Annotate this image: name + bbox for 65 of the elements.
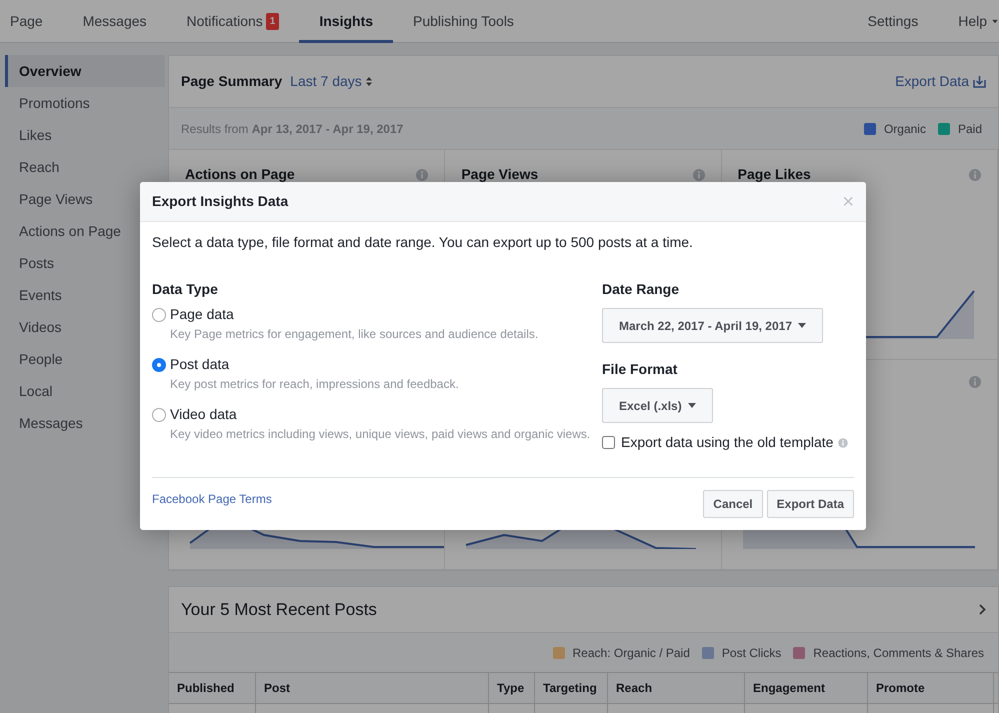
dialog-button[interactable]: Export Data bbox=[766, 490, 854, 518]
field-label: Data Type bbox=[152, 280, 219, 299]
column-header: Targeting bbox=[535, 673, 608, 703]
legend-label: Reactions, Comments & Shares bbox=[813, 644, 984, 662]
info-icon bbox=[968, 376, 981, 388]
column-header: Reach bbox=[608, 673, 745, 703]
radio-button[interactable] bbox=[152, 358, 166, 372]
info-icon bbox=[968, 168, 981, 180]
notification-badge: 1 bbox=[266, 13, 280, 30]
option-description: Key video metrics including views, unique views, paid views and organic views. bbox=[170, 426, 590, 443]
nav-tab[interactable]: Page bbox=[0, 0, 63, 43]
legend-label: Reach: Organic / Paid bbox=[572, 644, 690, 662]
period-dropdown[interactable]: Last 7 days bbox=[290, 71, 372, 92]
checkbox[interactable] bbox=[602, 436, 615, 449]
legend-label: Organic bbox=[884, 120, 926, 138]
legend-label: Post Clicks bbox=[722, 644, 782, 662]
card-title: Page Views bbox=[461, 165, 538, 184]
sidebar-item[interactable]: Likes bbox=[5, 119, 165, 151]
caret-icon bbox=[688, 403, 696, 408]
sort-icon bbox=[366, 77, 372, 86]
chevron-icon[interactable] bbox=[979, 604, 986, 615]
nav-tab[interactable]: Notifications 1 bbox=[166, 0, 300, 43]
caret-icon bbox=[798, 323, 806, 328]
dialog-intro: Select a data type, file format and date range. You can export up to 500 posts at a time. bbox=[152, 233, 694, 252]
option-description: Key Page metrics for engagement, like sources and audience details. bbox=[170, 326, 540, 343]
option-label: Post data bbox=[170, 355, 230, 374]
sidebar-item[interactable]: Promotions bbox=[5, 87, 165, 119]
caret-icon bbox=[992, 20, 998, 24]
radio-option[interactable]: Video data bbox=[152, 404, 590, 425]
sidebar-item[interactable]: Overview bbox=[5, 55, 165, 87]
terms-link[interactable]: Facebook Page Terms bbox=[152, 490, 272, 508]
card-title: Actions on Page bbox=[185, 165, 295, 184]
column-header: Type bbox=[489, 673, 535, 703]
radio-button[interactable] bbox=[152, 308, 166, 322]
results-text: Results from Apr 13, 2017 - Apr 19, 2017 bbox=[181, 120, 404, 138]
nav-tab[interactable]: Messages bbox=[62, 0, 167, 43]
column-header: Published bbox=[169, 673, 256, 703]
export-link[interactable]: Export Data bbox=[895, 71, 986, 92]
radio-button[interactable] bbox=[152, 408, 166, 422]
nav-tab[interactable]: Publishing Tools bbox=[393, 0, 534, 43]
option-label: Page data bbox=[170, 305, 234, 324]
column-header: Promote bbox=[868, 673, 994, 703]
nav-link[interactable]: Help bbox=[938, 0, 999, 43]
option-label: Video data bbox=[170, 405, 237, 424]
nav-link[interactable]: Settings bbox=[848, 0, 938, 43]
section-title: Your 5 Most Recent Posts bbox=[181, 598, 377, 621]
card-title: Page Likes bbox=[738, 165, 811, 184]
sidebar-item[interactable]: Reach bbox=[5, 151, 165, 183]
checkbox-label: Export data using the old template bbox=[621, 433, 834, 452]
dialog-title: Export Insights Data bbox=[152, 192, 288, 211]
option-description: Key post metrics for reach, impressions and feedback. bbox=[170, 376, 460, 393]
date-range-dropdown[interactable]: March 22, 2017 - April 19, 2017 bbox=[602, 308, 823, 343]
field-label: File Format bbox=[602, 360, 678, 379]
radio-option[interactable]: Page data bbox=[152, 304, 590, 325]
dialog-button[interactable]: Cancel bbox=[703, 490, 763, 518]
download-icon bbox=[973, 75, 986, 88]
file-format-dropdown[interactable]: Excel (.xls) bbox=[602, 388, 713, 423]
legend-label: Paid bbox=[958, 120, 982, 138]
column-header: Engagement bbox=[745, 673, 868, 703]
field-label: Date Range bbox=[602, 280, 680, 299]
info-icon bbox=[837, 436, 850, 448]
nav-tab[interactable]: Insights bbox=[299, 0, 394, 43]
radio-option[interactable]: Post data bbox=[152, 354, 590, 375]
column-header: Post bbox=[256, 673, 489, 703]
section-title: Page Summary bbox=[181, 72, 282, 91]
